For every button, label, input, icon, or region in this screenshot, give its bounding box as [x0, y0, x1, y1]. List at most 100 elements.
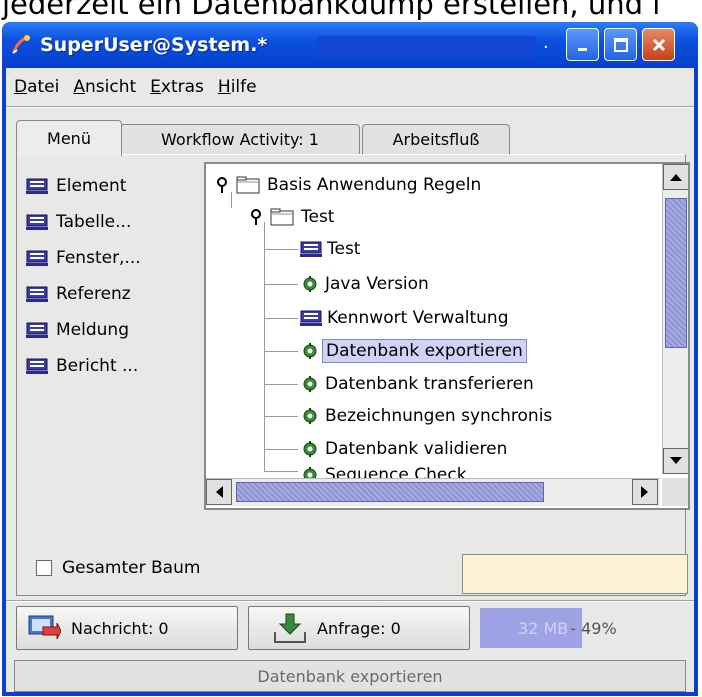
scroll-right-button[interactable] [632, 479, 658, 505]
tree-connector [264, 416, 298, 417]
tree-connector [264, 318, 298, 319]
monitor-icon [26, 178, 48, 194]
tree-node-datenbank-transferieren[interactable]: Datenbank transferieren [300, 369, 537, 399]
folder-icon [236, 176, 260, 194]
arrow-left-icon [216, 486, 223, 498]
memory-indicator: 32 MB - 49% [480, 608, 688, 648]
minimize-button[interactable] [566, 28, 599, 61]
list-item-bericht[interactable]: Bericht ... [26, 348, 196, 384]
tree-connector [264, 449, 298, 450]
tree-node-datenbank-exportieren[interactable]: Datenbank exportieren [300, 336, 527, 366]
message-button[interactable]: Nachricht: 0 [16, 606, 238, 650]
title-redaction [318, 36, 536, 58]
tree-connector [264, 249, 298, 250]
title-bar[interactable]: SuperUser@System.* . [2, 22, 698, 68]
tree-view[interactable]: Basis Anwendung Regeln Test Test Java Ve… [204, 162, 690, 510]
gear-icon [303, 343, 317, 359]
tree-node-java-version[interactable]: Java Version [300, 269, 432, 299]
monitor-icon [300, 310, 322, 326]
download-tray-icon [274, 613, 306, 643]
menu-list: Element Tabelle... Fenster,... Referenz … [26, 168, 196, 384]
menu-hilfe[interactable]: Hilfe [218, 77, 257, 97]
tab-arbeitsfluss[interactable]: Arbeitsfluß [362, 124, 510, 154]
tree-node-label: Kennwort Verwaltung [327, 308, 509, 328]
tree-connector [264, 284, 298, 285]
gear-icon [303, 441, 317, 457]
title-suffix: . [543, 32, 549, 53]
list-item-label: Bericht ... [56, 356, 139, 376]
scroll-left-button[interactable] [206, 479, 232, 505]
tree-node-label: Datenbank transferieren [325, 374, 534, 394]
tab-menu[interactable]: Menü [16, 120, 122, 156]
gear-icon [303, 408, 317, 424]
list-item-label: Element [56, 176, 127, 196]
menu-bar: Datei Ansicht Extras Hilfe [6, 68, 694, 106]
gear-icon [303, 376, 317, 392]
request-label: Anfrage: 0 [317, 618, 401, 638]
tree-connector [264, 222, 265, 472]
tree-connector [264, 351, 298, 352]
list-item-label: Tabelle... [56, 212, 132, 232]
close-icon [652, 38, 665, 51]
scroll-up-button[interactable] [663, 164, 688, 190]
tree-node-test[interactable]: Test [300, 234, 363, 264]
scroll-corner [662, 478, 688, 506]
vertical-scrollbar[interactable] [662, 164, 688, 474]
maximize-button[interactable] [604, 28, 637, 61]
close-button[interactable] [642, 28, 675, 61]
monitor-icon [26, 358, 48, 374]
monitor-icon [26, 322, 48, 338]
tree-node-label: Java Version [325, 274, 429, 294]
horizontal-scroll-thumb[interactable] [236, 482, 544, 502]
menu-datei[interactable]: Datei [14, 77, 59, 97]
request-button[interactable]: Anfrage: 0 [248, 606, 470, 650]
window-client-area: Datei Ansicht Extras Hilfe Menü Workflow… [6, 68, 694, 692]
menu-separator [6, 106, 694, 108]
tree-connector [264, 471, 298, 472]
horizontal-scrollbar[interactable] [206, 478, 660, 506]
checkbox-box[interactable] [36, 560, 52, 576]
tree-node-label: Bezeichnungen synchronis [325, 406, 553, 426]
minimize-icon [577, 47, 587, 51]
gesamter-baum-checkbox[interactable]: Gesamter Baum [36, 558, 200, 578]
vertical-scroll-thumb[interactable] [665, 198, 687, 348]
expanded-handle-icon [217, 177, 227, 193]
app-icon [12, 35, 30, 54]
checkbox-label: Gesamter Baum [62, 558, 201, 578]
menu-extras[interactable]: Extras [150, 77, 204, 97]
tree-node-root[interactable]: Basis Anwendung Regeln [214, 170, 484, 200]
menu-ansicht[interactable]: Ansicht [73, 77, 136, 97]
tab-workflow-activity[interactable]: Workflow Activity: 1 [120, 124, 360, 154]
list-item-referenz[interactable]: Referenz [26, 276, 196, 312]
memory-percent: - 49% [570, 618, 617, 638]
list-item-fenster[interactable]: Fenster,... [26, 240, 196, 276]
info-field [462, 554, 688, 594]
message-icon [28, 615, 61, 640]
tree-node-bezeichnungen-synchronis[interactable]: Bezeichnungen synchronis [300, 401, 555, 431]
message-label: Nachricht: 0 [71, 618, 169, 638]
list-item-label: Referenz [56, 284, 131, 304]
monitor-icon [26, 214, 48, 230]
gear-icon [303, 276, 317, 292]
expanded-handle-icon [251, 209, 261, 225]
arrow-up-icon [670, 174, 682, 181]
monitor-icon [26, 286, 48, 302]
tree-node-label: Basis Anwendung Regeln [267, 175, 482, 195]
status-text: Datenbank exportieren [257, 666, 443, 686]
background-caption-text: jederzeit ein Datenbankdump erstellen, u… [2, 0, 661, 21]
list-item-tabelle[interactable]: Tabelle... [26, 204, 196, 240]
tree-node-kennwort-verwaltung[interactable]: Kennwort Verwaltung [300, 303, 511, 333]
tree-node-label: Test [327, 239, 361, 259]
maximize-icon [613, 37, 628, 52]
list-item-label: Fenster,... [56, 248, 141, 268]
tree-node-label: Test [301, 207, 335, 227]
tree-node-folder-test[interactable]: Test [248, 202, 337, 232]
tree-node-label: Datenbank exportieren [322, 339, 527, 363]
list-item-label: Meldung [56, 320, 129, 340]
monitor-icon [300, 241, 322, 257]
list-item-element[interactable]: Element [26, 168, 196, 204]
tree-node-label: Datenbank validieren [325, 439, 508, 459]
scroll-down-button[interactable] [663, 448, 688, 474]
list-item-meldung[interactable]: Meldung [26, 312, 196, 348]
window-title: SuperUser@System.* [40, 34, 268, 56]
